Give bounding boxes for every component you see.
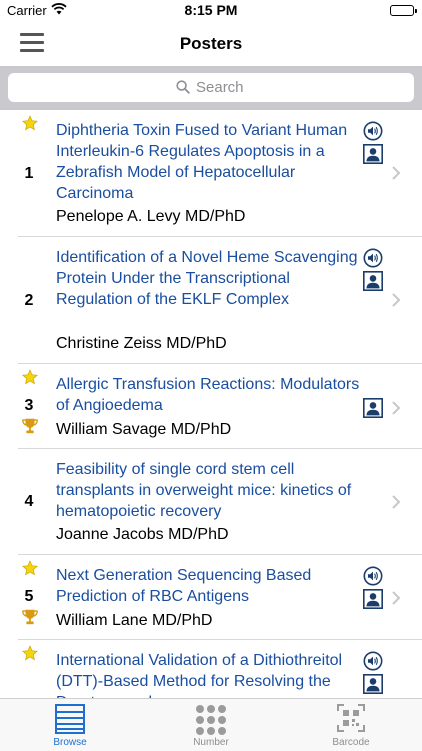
- poster-number: 2: [24, 292, 34, 309]
- search-input[interactable]: [196, 77, 396, 97]
- audio-icon[interactable]: [363, 248, 383, 268]
- chevron-right-icon[interactable]: [391, 495, 401, 509]
- audio-icon[interactable]: [363, 566, 383, 586]
- clock: 8:15 PM: [184, 2, 238, 18]
- poster-row[interactable]: 5 Next Generation Sequencing Based Predi…: [18, 555, 422, 640]
- poster-number: 3: [24, 397, 34, 414]
- navigation-bar: Posters: [0, 22, 422, 66]
- barcode-icon: [337, 704, 365, 737]
- poster-row[interactable]: International Validation of a Dithiothre…: [18, 640, 422, 698]
- person-icon[interactable]: [363, 674, 383, 694]
- star-icon[interactable]: [22, 115, 38, 136]
- battery-icon: [390, 5, 417, 16]
- poster-list: 1 Diphtheria Toxin Fused to Variant Huma…: [0, 110, 422, 698]
- tab-browse[interactable]: Browse: [10, 699, 130, 751]
- chevron-right-icon[interactable]: [391, 591, 401, 605]
- trophy-icon: [21, 608, 39, 631]
- poster-number: 1: [24, 165, 34, 182]
- page-title: Posters: [179, 34, 243, 53]
- poster-author: William Savage MD/PhD: [56, 421, 232, 438]
- keypad-icon: [195, 704, 227, 741]
- search-bar: [0, 66, 422, 110]
- tab-number[interactable]: Number: [151, 699, 271, 751]
- poster-number: 5: [24, 588, 34, 605]
- poster-row[interactable]: 1 Diphtheria Toxin Fused to Variant Huma…: [18, 110, 422, 237]
- tab-barcode[interactable]: Barcode: [291, 699, 411, 751]
- poster-author: Joanne Jacobs MD/PhD: [56, 526, 229, 543]
- poster-title: Identification of a Novel Heme Scavengin…: [56, 249, 358, 308]
- search-field[interactable]: [8, 73, 414, 102]
- poster-title: Diphtheria Toxin Fused to Variant Human …: [56, 122, 348, 202]
- audio-icon[interactable]: [363, 651, 383, 671]
- poster-title: Allergic Transfusion Reactions: Modulato…: [56, 376, 360, 414]
- poster-author: William Lane MD/PhD: [56, 612, 213, 629]
- poster-row[interactable]: 3 Allergic Transfusion Reactions: Modula…: [18, 364, 422, 449]
- poster-row[interactable]: 4 Feasibility of single cord stem cell t…: [18, 449, 422, 555]
- poster-title: International Validation of a Dithiothre…: [56, 652, 343, 698]
- person-icon[interactable]: [363, 271, 383, 291]
- poster-title: Feasibility of single cord stem cell tra…: [56, 461, 352, 520]
- tab-label: Barcode: [332, 737, 370, 748]
- audio-icon[interactable]: [363, 121, 383, 141]
- search-icon: [176, 80, 190, 99]
- poster-row[interactable]: 2 Identification of a Novel Heme Scaveng…: [18, 237, 422, 364]
- poster-author: Penelope A. Levy MD/PhD: [56, 208, 246, 225]
- tab-bar: Browse Number Barcode: [0, 698, 422, 751]
- poster-title: Next Generation Sequencing Based Predict…: [56, 567, 312, 605]
- tab-label: Number: [193, 737, 229, 748]
- star-icon[interactable]: [22, 560, 38, 581]
- poster-author: Christine Zeiss MD/PhD: [56, 335, 227, 352]
- chevron-right-icon[interactable]: [391, 293, 401, 307]
- person-icon[interactable]: [363, 398, 383, 418]
- person-icon[interactable]: [363, 144, 383, 164]
- status-bar: Carrier 8:15 PM: [0, 0, 422, 22]
- chevron-right-icon[interactable]: [391, 166, 401, 180]
- list-icon: [55, 704, 85, 739]
- tab-label: Browse: [53, 737, 87, 748]
- trophy-icon: [21, 417, 39, 440]
- poster-number: 4: [24, 493, 34, 510]
- star-icon[interactable]: [22, 645, 38, 666]
- person-icon[interactable]: [363, 589, 383, 609]
- chevron-right-icon[interactable]: [391, 401, 401, 415]
- star-icon[interactable]: [22, 369, 38, 390]
